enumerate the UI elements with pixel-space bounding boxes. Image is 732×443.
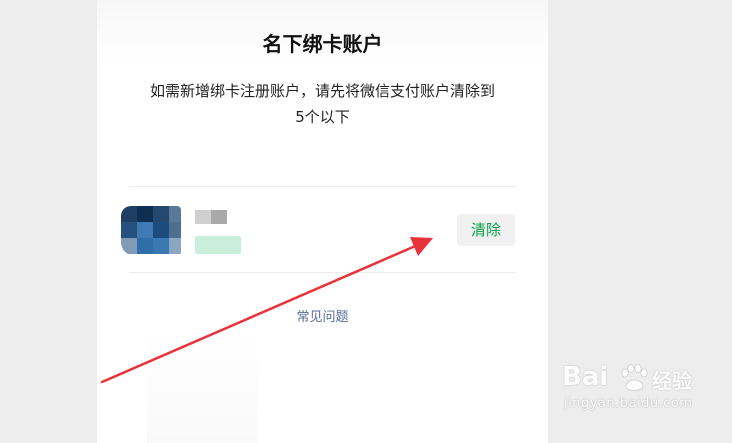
- list-divider-bottom: [129, 272, 516, 273]
- blurred-account-detail: [195, 236, 241, 254]
- page-title: 名下绑卡账户: [262, 32, 383, 56]
- screenshot-stage: 名下绑卡账户 如需新增绑卡注册账户，请先将微信支付账户清除到 5个以下 清除 常…: [0, 0, 732, 443]
- description-text: 如需新增绑卡注册账户，请先将微信支付账户清除到 5个以下: [125, 78, 520, 130]
- watermark-url: jingyan.baidu.com: [564, 396, 693, 411]
- list-divider-top: [129, 186, 516, 187]
- blurred-avatar-icon: [121, 206, 181, 256]
- clear-account-button[interactable]: 清除: [457, 214, 515, 246]
- watermark-product: 经验: [652, 369, 692, 393]
- description-line-1: 如需新增绑卡注册账户，请先将微信支付账户清除到: [149, 82, 495, 100]
- paw-icon: [621, 364, 648, 391]
- watermark-brand: Bai: [562, 362, 609, 392]
- bound-accounts-panel: 名下绑卡账户 如需新增绑卡注册账户，请先将微信支付账户清除到 5个以下 清除 常…: [97, 0, 548, 443]
- blurred-account-name: [195, 210, 227, 224]
- background-shade: [147, 330, 257, 443]
- baidu-jingyan-watermark: Bai 经验 jingyan.baidu.com: [562, 362, 702, 422]
- account-row: 清除: [117, 200, 517, 260]
- description-line-2: 5个以下: [295, 108, 350, 126]
- faq-link[interactable]: 常见问题: [97, 306, 548, 325]
